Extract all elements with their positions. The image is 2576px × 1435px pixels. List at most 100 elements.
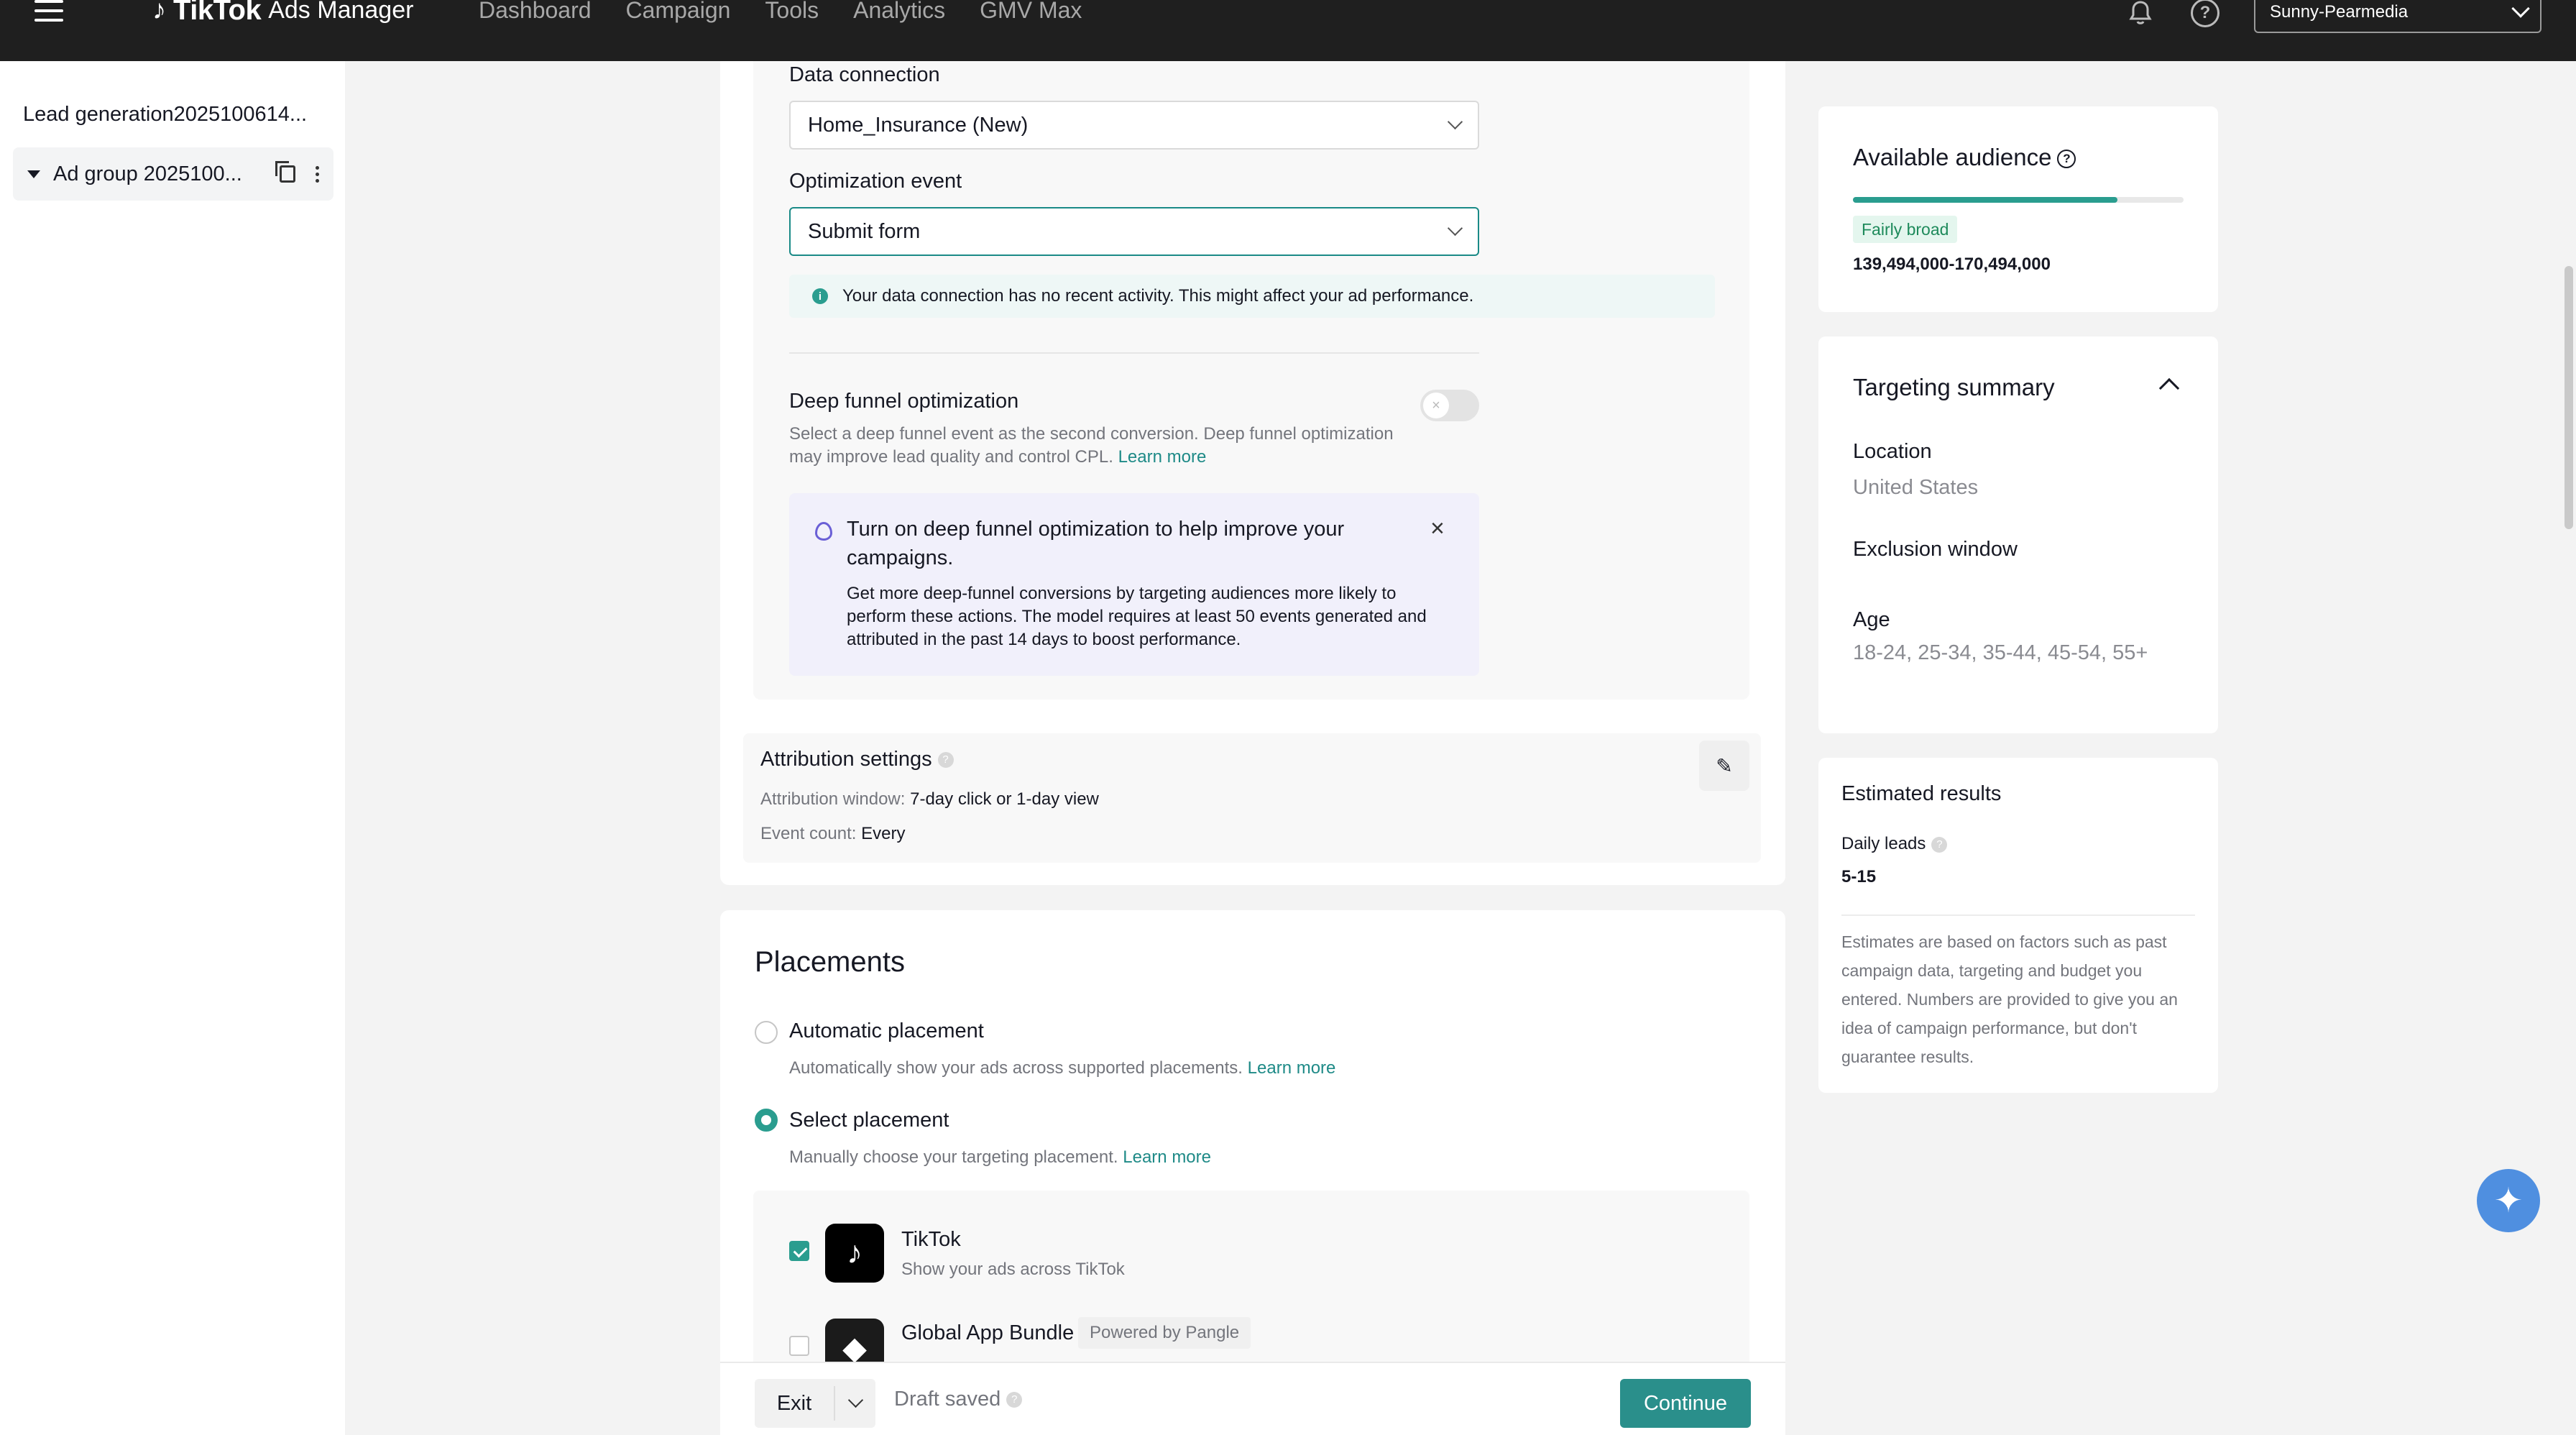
sidebar-adgroup-item[interactable]: Ad group 2025100... — [13, 147, 334, 201]
deep-funnel-toggle[interactable]: × — [1420, 390, 1479, 421]
event-count: Event count: Every — [760, 824, 905, 844]
draft-status: Draft saved? — [894, 1388, 1023, 1411]
pencil-icon: ✎ — [1716, 754, 1733, 777]
global-app-bundle-checkbox[interactable] — [789, 1336, 809, 1356]
bell-icon[interactable] — [2125, 0, 2156, 29]
deep-funnel-title: Deep funnel optimization — [789, 390, 1019, 413]
event-count-value: Every — [861, 824, 906, 843]
promo-title: Turn on deep funnel optimization to help… — [847, 518, 1345, 569]
exit-button[interactable]: Exit — [755, 1379, 834, 1428]
logo-sub: Ads Manager — [268, 0, 414, 24]
select-placement-desc-text: Manually choose your targeting placement… — [789, 1147, 1118, 1167]
help-icon[interactable]: ? — [2191, 0, 2220, 27]
data-connection-select[interactable]: Home_Insurance (New) — [789, 101, 1479, 150]
help-icon[interactable]: ? — [937, 752, 954, 769]
automatic-placement-label[interactable]: Automatic placement — [789, 1019, 984, 1043]
learn-more-link[interactable]: Learn more — [1123, 1147, 1211, 1167]
logo-brand: TikTok — [173, 0, 262, 26]
estimated-results-card: Estimated results Daily leads? 5-15 Esti… — [1818, 758, 2218, 1093]
attribution-title: Attribution settings? — [760, 748, 954, 771]
tiktok-app-icon: ♪ — [825, 1224, 884, 1283]
draft-status-text: Draft saved — [894, 1388, 1001, 1411]
attribution-settings: Attribution settings? Attribution window… — [743, 733, 1761, 863]
location-label: Location — [1853, 440, 1932, 463]
help-icon[interactable]: ? — [1931, 836, 1948, 853]
deep-funnel-desc-text: Select a deep funnel event as the second… — [789, 424, 1394, 467]
learn-more-link[interactable]: Learn more — [1248, 1058, 1336, 1078]
age-value: 18-24, 25-34, 35-44, 45-54, 55+ — [1853, 641, 2148, 664]
optimization-event-label: Optimization event — [789, 170, 962, 193]
logo[interactable]: ♪ TikTok Ads Manager — [152, 0, 413, 26]
chevron-down-icon — [1447, 220, 1463, 236]
chevron-down-icon — [1447, 114, 1463, 129]
exit-dropdown-button[interactable] — [835, 1379, 875, 1428]
nav-item-dashboard[interactable]: Dashboard — [479, 0, 592, 26]
chevron-up-icon[interactable] — [2158, 377, 2180, 399]
deep-funnel-promo: Turn on deep funnel optimization to help… — [789, 493, 1479, 676]
ai-assistant-sparkle-icon[interactable]: ✦ — [2477, 1169, 2540, 1232]
attribution-window-value: 7-day click or 1-day view — [910, 789, 1099, 809]
help-icon[interactable]: ? — [1006, 1392, 1023, 1408]
automatic-placement-radio[interactable] — [755, 1021, 778, 1044]
data-connection-value: Home_Insurance (New) — [808, 113, 1029, 137]
optimization-event-select[interactable]: Submit form — [789, 207, 1479, 256]
edit-attribution-button[interactable]: ✎ — [1699, 741, 1749, 791]
account-name: Sunny-Pearmedia — [2270, 2, 2409, 22]
global-app-bundle-name: Global App Bundle — [901, 1321, 1075, 1344]
daily-leads-label-text: Daily leads — [1841, 834, 1926, 853]
deep-funnel-description: Select a deep funnel event as the second… — [789, 423, 1407, 469]
age-label: Age — [1853, 608, 1890, 631]
lightbulb-icon — [815, 522, 832, 541]
chevron-down-icon — [847, 1392, 863, 1408]
placements-title: Placements — [755, 946, 905, 978]
daily-leads-value: 5-15 — [1841, 867, 1877, 886]
promo-body: Get more deep-funnel conversions by targ… — [847, 584, 1427, 649]
nav-item-analytics[interactable]: Analytics — [853, 0, 945, 26]
available-audience-card: Available audience? Fairly broad 139,494… — [1818, 106, 2218, 312]
close-icon: × — [1423, 393, 1449, 418]
learn-more-link[interactable]: Learn more — [1118, 447, 1207, 467]
top-nav: ♪ TikTok Ads Manager Dashboard Campaign … — [0, 0, 2576, 61]
optimization-event-value: Submit form — [808, 219, 921, 243]
info-text: Your data connection has no recent activ… — [842, 286, 1474, 306]
nav-right: ? Sunny-Pearmedia — [2125, 0, 2542, 33]
tiktok-name: TikTok — [901, 1228, 961, 1251]
tiktok-desc: Show your ads across TikTok — [901, 1260, 1125, 1279]
attribution-window-label: Attribution window: — [760, 789, 906, 809]
info-banner: i Your data connection has no recent act… — [789, 275, 1715, 318]
exit-button-group: Exit — [755, 1379, 875, 1428]
attribution-window: Attribution window: 7-day click or 1-day… — [760, 789, 1099, 810]
info-icon: i — [812, 288, 828, 304]
tiktok-checkbox[interactable] — [789, 1241, 809, 1261]
close-icon[interactable]: × — [1430, 515, 1445, 543]
chevron-down-icon — [2511, 0, 2530, 18]
more-icon[interactable] — [316, 165, 319, 183]
sidebar-campaign-item[interactable]: Lead generation2025100614... — [23, 103, 307, 127]
caret-down-icon[interactable] — [27, 170, 40, 178]
nav-item-gmv-max[interactable]: GMV Max — [980, 0, 1082, 26]
nav-item-tools[interactable]: Tools — [765, 0, 819, 26]
scrollbar-thumb[interactable] — [2564, 266, 2573, 529]
bottom-action-bar: Exit Draft saved? Continue — [720, 1362, 1785, 1435]
pangle-badge: Powered by Pangle — [1078, 1317, 1251, 1349]
estimated-results-title: Estimated results — [1841, 782, 2002, 805]
nav-menu: Dashboard Campaign Tools Analytics GMV M… — [479, 0, 1082, 26]
divider — [1841, 914, 2195, 916]
audience-range: 139,494,000-170,494,000 — [1853, 255, 2051, 274]
nav-item-campaign[interactable]: Campaign — [626, 0, 731, 26]
copy-icon[interactable] — [275, 161, 295, 183]
sidebar: Lead generation2025100614... Ad group 20… — [0, 61, 345, 1435]
continue-button[interactable]: Continue — [1620, 1379, 1751, 1428]
select-placement-radio[interactable] — [755, 1109, 778, 1132]
tiktok-note-icon: ♪ — [152, 0, 166, 25]
data-connection-label: Data connection — [789, 63, 940, 86]
menu-icon[interactable] — [34, 0, 63, 24]
audience-size-fill — [1853, 197, 2117, 203]
targeting-summary-card: Targeting summary Location United States… — [1818, 336, 2218, 733]
select-placement-label[interactable]: Select placement — [789, 1109, 949, 1132]
help-icon[interactable]: ? — [2057, 150, 2076, 169]
available-audience-title-text: Available audience — [1853, 144, 2052, 170]
account-switcher[interactable]: Sunny-Pearmedia — [2254, 0, 2542, 33]
attribution-title-text: Attribution settings — [760, 748, 932, 771]
targeting-summary-title: Targeting summary — [1853, 374, 2055, 400]
